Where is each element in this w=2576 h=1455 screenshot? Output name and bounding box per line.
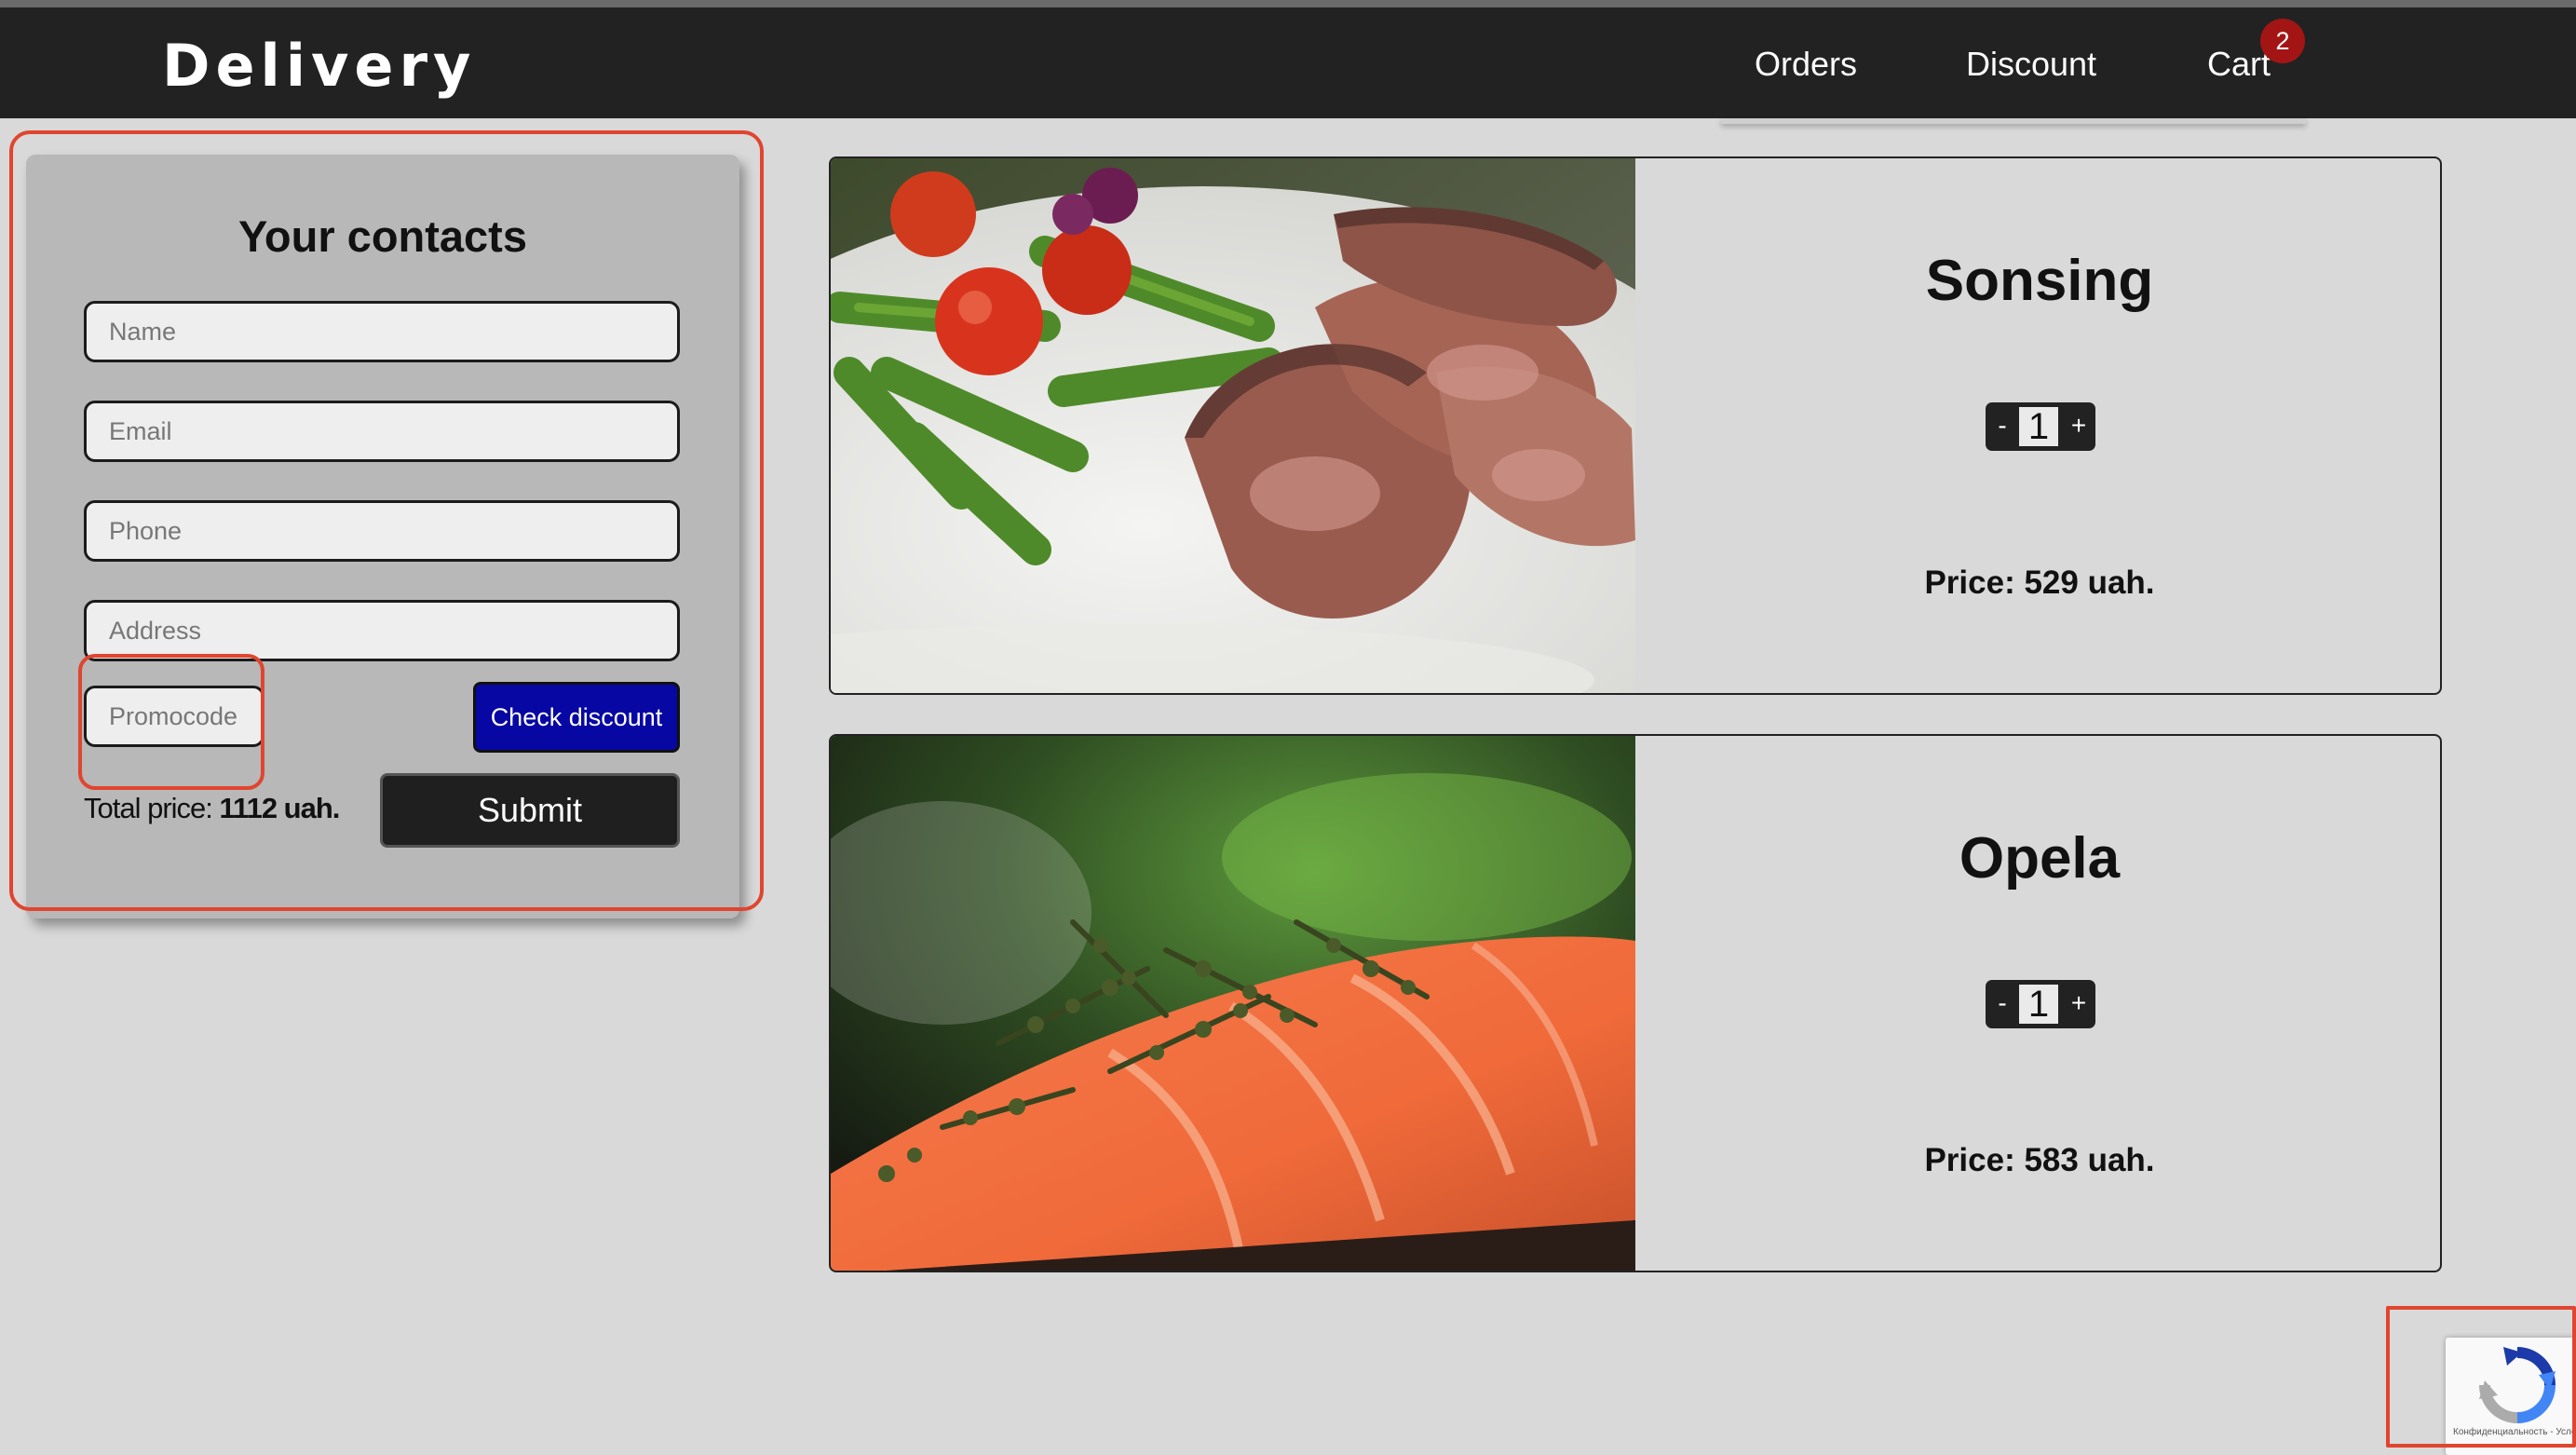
- submit-button[interactable]: Submit: [380, 773, 680, 848]
- nav-cart-link[interactable]: Cart: [2207, 45, 2271, 84]
- salmon-fillet-photo: [831, 736, 1635, 1271]
- nav-orders-link[interactable]: Orders: [1755, 45, 1857, 84]
- product-name: Sonsing: [1925, 249, 2154, 313]
- total-price: Total price: 1112 uah.: [84, 792, 341, 825]
- quantity-value: 1: [2019, 985, 2058, 1024]
- product-name: Opela: [1959, 826, 2121, 891]
- navbar: Delivery Orders Discount Cart 2: [0, 7, 2576, 118]
- increase-quantity-button[interactable]: +: [2062, 402, 2095, 451]
- quantity-value: 1: [2019, 407, 2058, 446]
- check-discount-button[interactable]: Check discount: [473, 682, 680, 753]
- decrease-quantity-button[interactable]: -: [1986, 402, 2019, 451]
- contacts-form: Your contacts Check discount Total price…: [26, 155, 739, 918]
- product-price: Price: 583 uah.: [1924, 1142, 2155, 1178]
- nav-discount-link[interactable]: Discount: [1966, 45, 2096, 84]
- product-info: Opela - 1 + Price: 583 uah.: [1635, 736, 2440, 1271]
- product-info: Sonsing - 1 + Price: 529 uah.: [1635, 158, 2440, 693]
- promocode-input[interactable]: [84, 686, 264, 747]
- increase-quantity-button[interactable]: +: [2062, 980, 2095, 1028]
- steak-with-asparagus-photo: [831, 158, 1635, 693]
- email-input[interactable]: [84, 401, 680, 462]
- top-border: [0, 0, 2576, 7]
- brand-logo[interactable]: Delivery: [162, 32, 476, 100]
- contacts-title: Your contacts: [238, 211, 527, 261]
- quantity-stepper: - 1 +: [1986, 980, 2095, 1028]
- product-card: Opela - 1 + Price: 583 uah.: [829, 734, 2442, 1272]
- product-price: Price: 529 uah.: [1924, 564, 2155, 601]
- phone-input[interactable]: [84, 500, 680, 562]
- cart-count-badge: 2: [2260, 19, 2305, 63]
- product-card: Sonsing - 1 + Price: 529 uah.: [829, 156, 2442, 695]
- nav-dropdown-shadow: [1721, 118, 2306, 124]
- quantity-stepper: - 1 +: [1986, 402, 2095, 451]
- address-input[interactable]: [84, 600, 680, 661]
- total-price-value: 1112 uah.: [219, 792, 341, 824]
- recaptcha-badge[interactable]: Конфиденциальность - Условия использован…: [2446, 1338, 2576, 1455]
- recaptcha-icon: [2479, 1347, 2556, 1423]
- total-price-label: Total price:: [84, 792, 213, 824]
- decrease-quantity-button[interactable]: -: [1986, 980, 2019, 1028]
- recaptcha-privacy-terms[interactable]: Конфиденциальность - Условия использован…: [2453, 1427, 2574, 1437]
- name-input[interactable]: [84, 301, 680, 362]
